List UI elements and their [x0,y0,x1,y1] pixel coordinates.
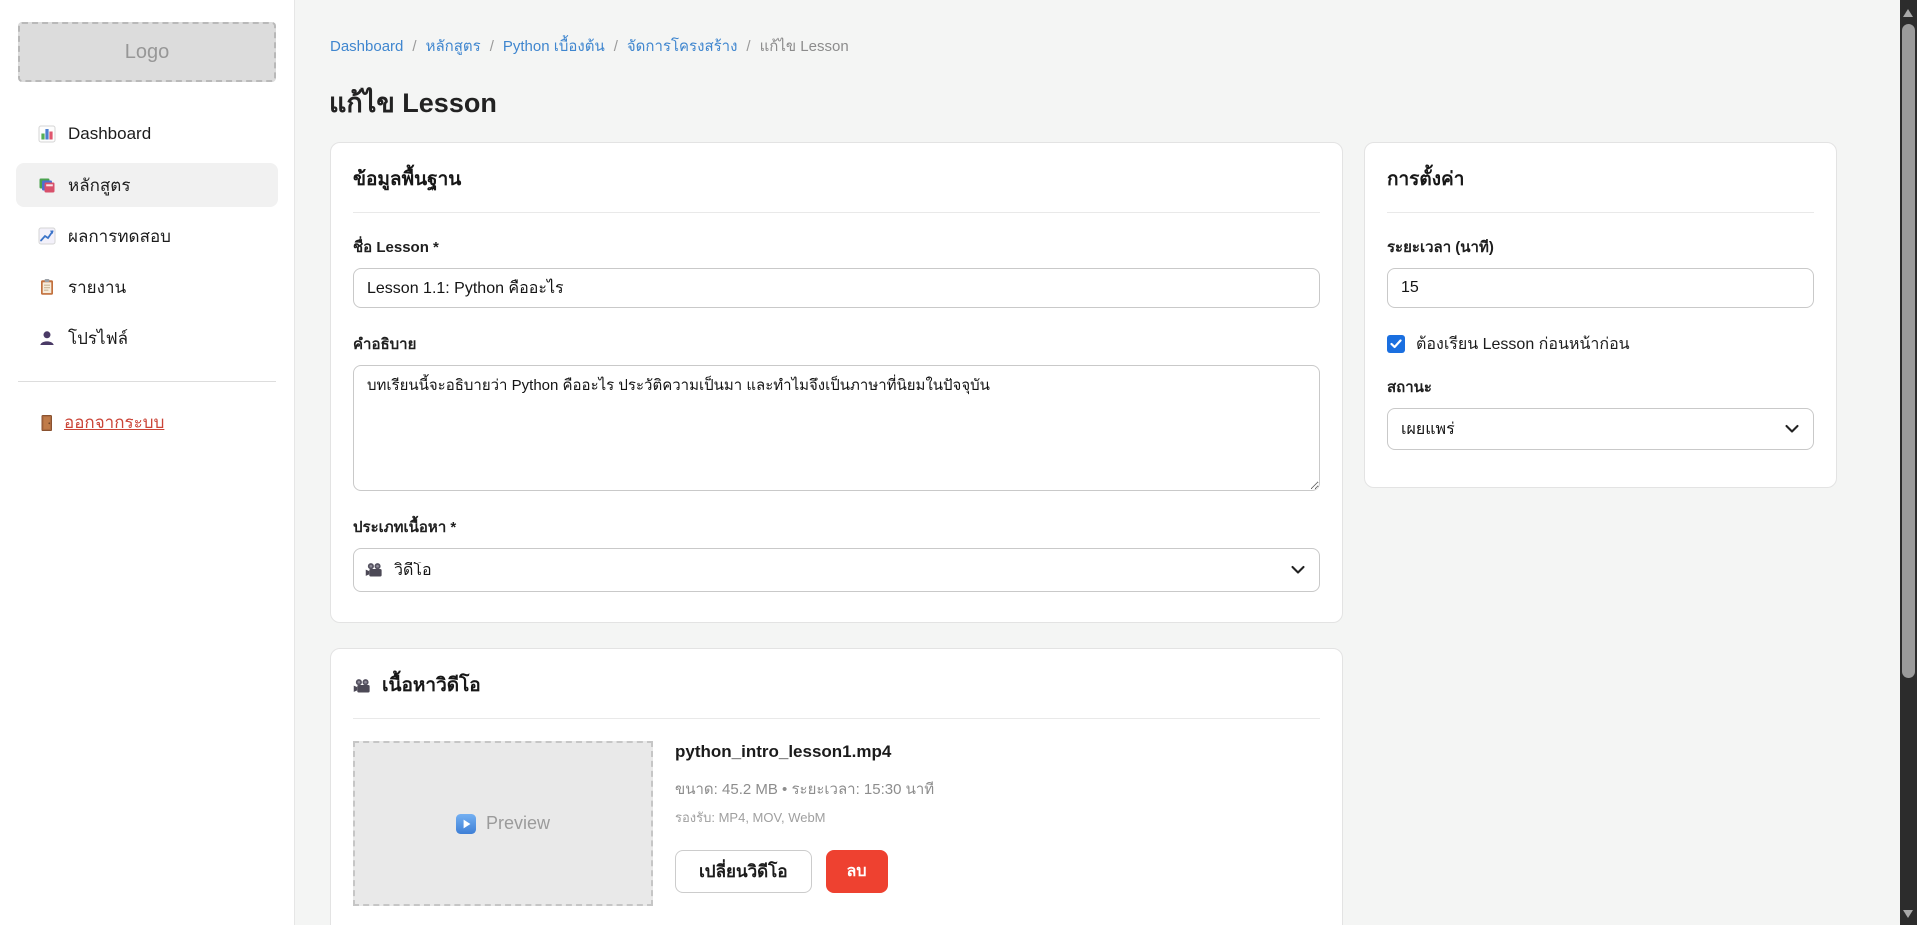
door-icon [38,414,55,432]
prerequisite-row: ต้องเรียน Lesson ก่อนหน้าก่อน [1387,334,1814,354]
sidebar-item-test-results[interactable]: ผลการทดสอบ [16,214,278,258]
breadcrumb-separator: / [614,38,618,55]
card-title: ข้อมูลพื้นฐาน [353,167,1320,193]
scrollbar-up-arrow-icon[interactable] [1903,9,1913,17]
video-filename: python_intro_lesson1.mp4 [675,742,934,762]
video-content-card: เนื้อหาวิดีโอ Preview python [330,648,1343,925]
video-camera-icon [353,678,372,694]
status-group: สถานะ เผยแพร่ [1387,378,1814,450]
chart-up-icon [38,227,56,245]
lesson-name-label: ชื่อ Lesson * [353,238,1320,258]
breadcrumb-separator: / [746,38,750,55]
preview-label: Preview [486,813,550,834]
sidebar-nav: Dashboard หลักสูตร ผลการทดสอบ [0,112,294,360]
breadcrumb-link-courses[interactable]: หลักสูตร [426,34,481,58]
sidebar-divider [18,381,276,382]
duration-group: ระยะเวลา (นาที) [1387,238,1814,308]
card-title: การตั้งค่า [1387,167,1814,193]
card-title: เนื้อหาวิดีโอ [382,673,481,699]
lesson-name-group: ชื่อ Lesson * [353,238,1320,308]
basic-info-card: ข้อมูลพื้นฐาน ชื่อ Lesson * คำอธิบาย บทเ… [330,142,1343,623]
card-divider [353,212,1320,213]
description-textarea[interactable]: บทเรียนนี้จะอธิบายว่า Python คืออะไร ประ… [353,365,1320,491]
video-body: Preview python_intro_lesson1.mp4 ขนาด: 4… [353,741,1320,906]
breadcrumb-separator: / [412,38,416,55]
sidebar-item-dashboard[interactable]: Dashboard [16,112,278,156]
breadcrumb-current: แก้ไข Lesson [760,34,849,58]
books-icon [38,176,56,194]
breadcrumb-link-dashboard[interactable]: Dashboard [330,38,403,55]
video-card-header: เนื้อหาวิดีโอ [353,673,1320,699]
description-group: คำอธิบาย บทเรียนนี้จะอธิบายว่า Python คื… [353,335,1320,491]
prerequisite-checkbox[interactable] [1387,335,1405,353]
logo-text: Logo [125,41,170,64]
scrollbar-thumb[interactable] [1902,24,1915,678]
duration-label: ระยะเวลา (นาที) [1387,238,1814,258]
prerequisite-label: ต้องเรียน Lesson ก่อนหน้าก่อน [1416,332,1630,357]
status-select[interactable]: เผยแพร่ [1387,408,1814,450]
check-icon [1390,339,1402,349]
content-type-group: ประเภทเนื้อหา * วิดีโอ [353,518,1320,592]
person-icon [38,329,56,347]
sidebar-item-profile[interactable]: โปรไฟล์ [16,316,278,360]
breadcrumb-link-course[interactable]: Python เบื้องต้น [503,34,605,58]
duration-input[interactable] [1387,268,1814,308]
sidebar-item-courses[interactable]: หลักสูตร [16,163,278,207]
sidebar-item-reports[interactable]: รายงาน [16,265,278,309]
sidebar-item-label: Dashboard [68,124,151,144]
delete-video-button[interactable]: ลบ [826,850,888,893]
video-buttons: เปลี่ยนวิดีโอ ลบ [675,850,934,893]
content-type-label: ประเภทเนื้อหา * [353,518,1320,538]
logout-link[interactable]: ออกจากระบบ [16,409,278,436]
video-preview[interactable]: Preview [353,741,653,906]
video-meta: ขนาด: 45.2 MB • ระยะเวลา: 15:30 นาที [675,777,934,801]
sidebar-item-label: รายงาน [68,274,126,301]
sidebar-item-label: โปรไฟล์ [68,325,128,352]
description-label: คำอธิบาย [353,335,1320,355]
card-divider [1387,212,1814,213]
sidebar: Logo Dashboard หลักสูตร [0,0,295,925]
breadcrumb-link-structure[interactable]: จัดการโครงสร้าง [627,34,738,58]
content-type-select-wrap: วิดีโอ [353,548,1320,592]
sidebar-item-label: หลักสูตร [68,172,130,199]
breadcrumb-separator: / [490,38,494,55]
card-divider [353,718,1320,719]
logo-placeholder: Logo [18,22,276,82]
sidebar-item-label: ผลการทดสอบ [68,223,171,250]
clipboard-icon [38,278,56,296]
lesson-name-input[interactable] [353,268,1320,308]
vertical-scrollbar[interactable] [1900,0,1917,925]
play-icon [456,814,476,834]
breadcrumb: Dashboard / หลักสูตร / Python เบื้องต้น … [330,34,849,58]
app-root: Logo Dashboard หลักสูตร [0,0,1917,925]
status-select-wrap: เผยแพร่ [1387,408,1814,450]
change-video-button[interactable]: เปลี่ยนวิดีโอ [675,850,812,893]
page-title: แก้ไข Lesson [329,81,497,124]
content-type-select[interactable]: วิดีโอ [353,548,1320,592]
scrollbar-down-arrow-icon[interactable] [1903,910,1913,918]
video-supported-formats: รองรับ: MP4, MOV, WebM [675,807,934,828]
bar-chart-icon [38,125,56,143]
status-label: สถานะ [1387,378,1814,398]
logout-label: ออกจากระบบ [64,409,164,436]
settings-card: การตั้งค่า ระยะเวลา (นาที) ต้องเรียน Les… [1364,142,1837,488]
video-info: python_intro_lesson1.mp4 ขนาด: 45.2 MB •… [675,741,934,906]
